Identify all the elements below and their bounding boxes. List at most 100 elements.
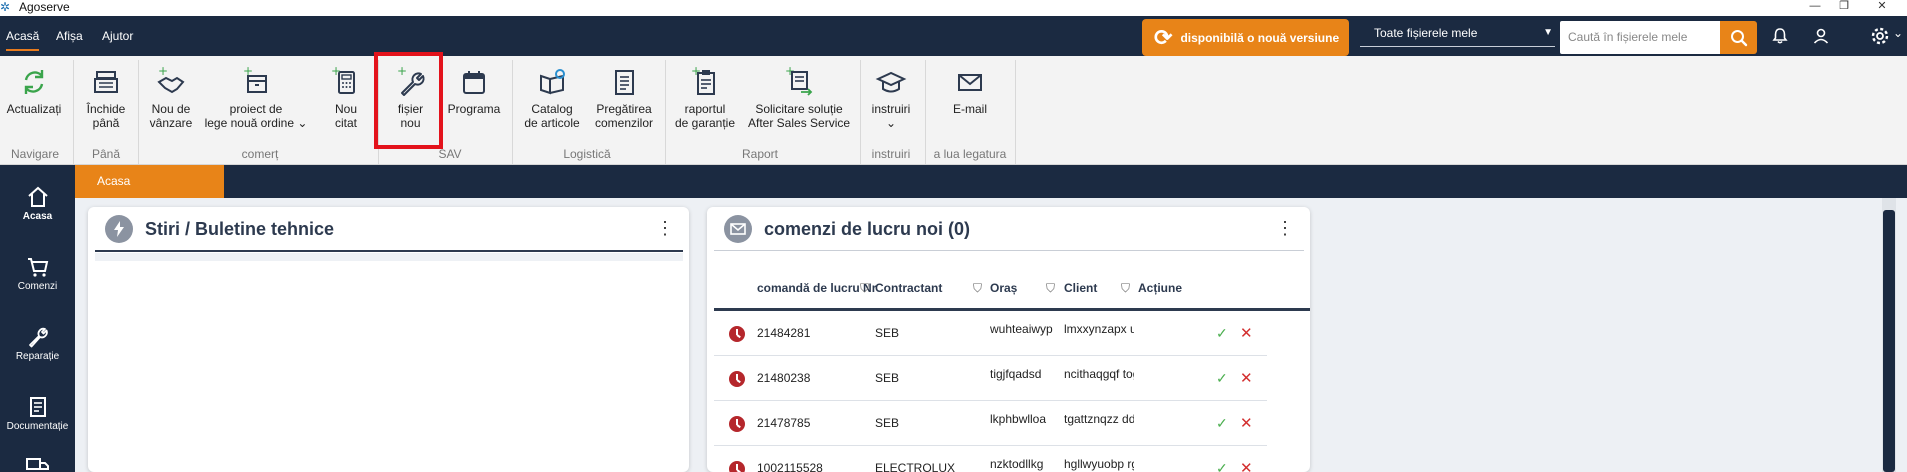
new-order-label-2-wrap: lege nouă ordine ⌄ <box>204 116 308 130</box>
highlight-box <box>374 52 443 149</box>
orders-panel-title: comenzi de lucru noi (0) <box>764 219 971 239</box>
training-label: instruiri <box>871 102 911 116</box>
aftersales-request-button[interactable]: + Solicitare soluție After Sales Service <box>748 66 850 130</box>
warranty-label-1: raportul <box>684 102 726 116</box>
sidebar-item-docs[interactable]: Documentație <box>0 395 75 433</box>
update-available-button[interactable]: ⟳ disponibilă o nouă versiune <box>1142 19 1349 56</box>
more-vertical-icon[interactable]: ⋮ <box>656 219 674 237</box>
email-button[interactable]: E-mail <box>940 66 1000 116</box>
ribbon-separator <box>665 60 666 164</box>
column-header-city[interactable]: Oraș <box>990 281 1017 295</box>
menu-item-home[interactable]: Acasă <box>6 29 40 51</box>
cell-city: tigjfqadsd <box>990 367 1042 381</box>
schedule-button[interactable]: Programa <box>445 66 503 116</box>
user-icon[interactable] <box>1810 25 1832 47</box>
training-button[interactable]: instruiri ⌄ <box>866 66 916 130</box>
sidebar-item-orders[interactable]: Comenzi <box>0 255 75 293</box>
mail-icon <box>724 215 752 243</box>
accept-icon[interactable]: ✓ <box>1216 325 1228 342</box>
sidebar-item-truck[interactable] <box>0 455 75 472</box>
order-prep-button[interactable]: Pregătirea comenzilor <box>590 66 658 130</box>
search-input[interactable]: Caută în fișierele mele <box>1560 21 1720 54</box>
warranty-label-2: de garanție <box>674 116 736 130</box>
home-icon <box>27 186 48 207</box>
filter-icon[interactable]: ⛉ <box>860 281 869 295</box>
cell-city: nzktodllkg <box>990 457 1044 471</box>
cell-client: lmxxynzapx unc <box>1064 322 1134 336</box>
restore-icon[interactable]: ❐ <box>1834 0 1854 14</box>
new-order-project-button[interactable]: + proiect de lege nouă ordine ⌄ <box>204 66 308 130</box>
menu-item-help[interactable]: Ajutor <box>102 29 133 43</box>
reject-icon[interactable]: ✕ <box>1240 459 1253 472</box>
sidebar-item-home[interactable]: Acasa <box>0 185 75 223</box>
clock-icon <box>729 326 745 342</box>
top-bar: Acasă Afișa Ajutor ⟳ disponibilă o nouă … <box>0 16 1907 56</box>
minimize-icon[interactable]: — <box>1805 0 1825 14</box>
search-icon <box>1730 29 1747 46</box>
ribbon-separator <box>925 60 926 164</box>
sidebar-item-label: Acasa <box>22 211 53 222</box>
box-icon: + <box>243 66 267 93</box>
ribbon-separator <box>860 60 861 164</box>
sidebar-item-label: Documentație <box>6 421 69 432</box>
filter-icon[interactable]: ⛉ <box>973 281 982 295</box>
menu-item-view[interactable]: Afișa <box>56 29 83 43</box>
cell-contractor: SEB <box>875 371 900 385</box>
filter-icon[interactable]: ⛉ <box>1046 281 1055 295</box>
app-logo-icon: ✲ <box>0 0 11 14</box>
order-prep-label-1: Pregătirea <box>596 102 652 116</box>
gear-icon[interactable] <box>1869 25 1891 47</box>
cell-order-nr: 21478785 <box>757 416 811 430</box>
cell-order-nr: 21480238 <box>757 371 811 385</box>
news-list-area <box>95 253 683 472</box>
group-label-until: Până <box>91 147 121 161</box>
warranty-report-button[interactable]: + raportul de garanție <box>670 66 740 130</box>
column-header-contractor[interactable]: Contractant <box>875 281 942 295</box>
item-catalog-button[interactable]: Catalog de articole <box>520 66 584 130</box>
bell-icon[interactable] <box>1769 25 1791 47</box>
reject-icon[interactable]: ✕ <box>1240 369 1253 387</box>
calendar-icon <box>463 71 485 94</box>
group-label-contact: a lua legatura <box>933 147 1007 161</box>
cell-contractor: ELECTROLUX <box>875 461 956 472</box>
cell-order-nr: 21484281 <box>757 326 811 340</box>
table-row[interactable]: 21480238 SEB tigjfqadsd ncithaqgqf togh … <box>714 356 1267 401</box>
reject-icon[interactable]: ✕ <box>1240 414 1253 432</box>
chevron-down-icon: ▼ <box>1543 27 1553 38</box>
new-quote-button[interactable]: + Nou citat <box>325 66 367 130</box>
column-header-client[interactable]: Client <box>1064 281 1097 295</box>
catalog-icon <box>540 69 565 95</box>
file-filter-select[interactable]: Toate fișierele mele ▼ <box>1360 23 1555 47</box>
new-sale-button[interactable]: + Nou de vânzare <box>146 66 196 130</box>
column-header-action: Acțiune <box>1138 281 1183 295</box>
column-header-order-nr[interactable]: comandă de lucru Nr <box>757 281 876 295</box>
table-row[interactable]: 21478785 SEB lkphbwlloa tgattznqzz ddbz … <box>714 401 1267 446</box>
sidebar-item-repair[interactable]: Reparație <box>0 325 75 363</box>
accept-icon[interactable]: ✓ <box>1216 460 1228 472</box>
sidebar-item-label: Comenzi <box>17 281 58 292</box>
accept-icon[interactable]: ✓ <box>1216 370 1228 387</box>
tab-strip: Acasa <box>75 165 1907 198</box>
accept-icon[interactable]: ✓ <box>1216 415 1228 432</box>
tab-home[interactable]: Acasa <box>75 165 224 198</box>
filter-icon[interactable]: ⛉ <box>1121 281 1130 295</box>
reject-icon[interactable]: ✕ <box>1240 324 1253 342</box>
new-sale-label-1: Nou de <box>151 102 191 116</box>
refresh-button[interactable]: Actualizați <box>6 66 62 116</box>
new-order-label-1: proiect de <box>229 102 283 116</box>
sidebar-item-label: Reparație <box>15 351 60 362</box>
table-row[interactable]: 1002115528 ELECTROLUX nzktodllkg hgllwyu… <box>714 446 1267 472</box>
new-quote-label-1: Nou <box>334 102 357 116</box>
chevron-down-icon[interactable]: ⌄ <box>1893 26 1903 40</box>
refresh-icon <box>24 70 44 94</box>
table-row[interactable]: 21484281 SEB wuhteaiwyp lmxxynzapx unc ✓… <box>714 311 1267 356</box>
more-vertical-icon[interactable]: ⋮ <box>1276 219 1294 237</box>
search-button[interactable] <box>1720 21 1757 54</box>
svg-text:+: + <box>158 66 168 78</box>
clock-icon <box>729 416 745 432</box>
new-quote-label-2: citat <box>334 116 357 130</box>
close-until-label-1: Închide <box>86 102 126 116</box>
close-until-button[interactable]: Închide până <box>80 66 132 130</box>
scrollbar-thumb[interactable] <box>1883 210 1895 472</box>
close-icon[interactable]: ✕ <box>1872 0 1892 14</box>
